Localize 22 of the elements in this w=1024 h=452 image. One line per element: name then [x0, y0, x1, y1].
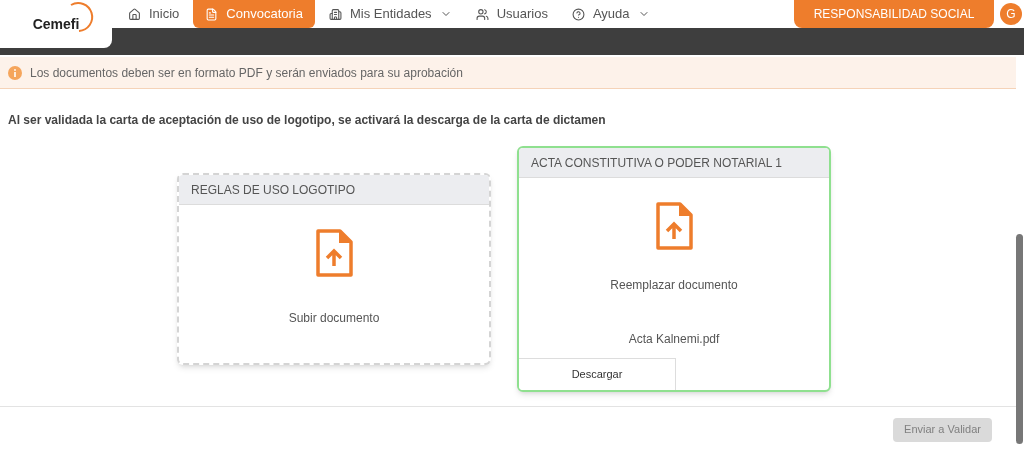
- scrollbar-thumb[interactable]: [1016, 234, 1023, 444]
- nav-tab[interactable]: Ayuda: [561, 0, 660, 28]
- users-icon: [475, 7, 489, 21]
- logo: Cemefi: [32, 16, 80, 32]
- home-icon: [128, 7, 141, 21]
- nav-tab[interactable]: Mis Entidades: [318, 0, 462, 28]
- alert-text: Los documentos deben ser en formato PDF y serán enviados para su aprobación: [30, 64, 463, 82]
- notice-text: Al ser validada la carta de aceptación de uso de logotipo, se activará la descarga de la carta de dictamen: [8, 112, 607, 129]
- file-name: Acta Kalnemi.pdf: [628, 331, 720, 348]
- nav-tab[interactable]: Usuarios: [465, 0, 558, 28]
- card-title: REGLAS DE USO LOGOTIPO: [191, 181, 356, 199]
- upload-action[interactable]: Subir documento: [288, 309, 380, 327]
- building-icon: [328, 7, 342, 21]
- nav-tab[interactable]: Inicio: [118, 0, 190, 28]
- file-upload-icon: [655, 202, 693, 250]
- card-title: ACTA CONSTITUTIVA O PODER NOTARIAL 1: [531, 154, 782, 172]
- upload-action[interactable]: Reemplazar documento: [610, 276, 738, 294]
- document-icon: [205, 7, 219, 21]
- download-button[interactable]: Descargar: [519, 358, 676, 390]
- file-upload-icon: [315, 229, 353, 277]
- help-icon: [571, 7, 585, 21]
- info-icon: [8, 65, 22, 80]
